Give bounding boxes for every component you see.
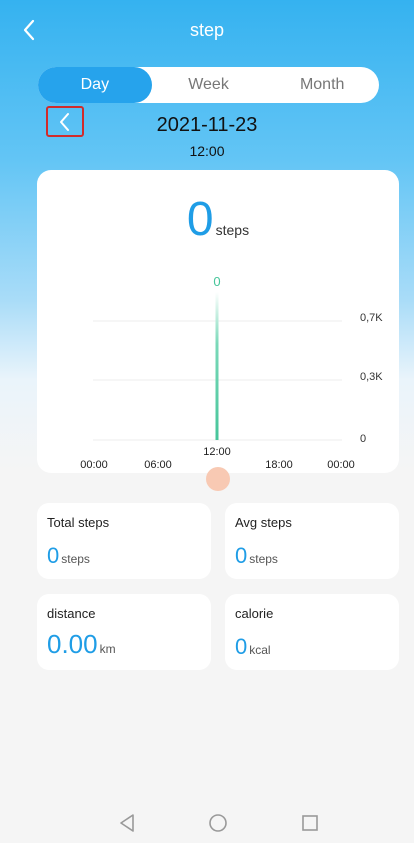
stat-number: 0.00 [47,629,98,659]
stat-number: 0 [235,543,248,568]
period-tabs: Day Week Month [38,67,379,103]
x-tick-label: 00:00 [327,459,355,471]
page-title: step [189,20,225,40]
stat-value: 0 kcal [235,634,271,660]
stat-label: Total steps [47,515,110,530]
stat-value: 0 steps [47,543,90,569]
time-label: 12:00 [189,143,225,159]
stat-unit: steps [61,552,90,566]
x-tick-label: 06:00 [144,459,172,471]
tab-month[interactable]: Month [265,67,379,103]
system-back-button[interactable] [115,810,141,836]
system-nav-bar [0,800,414,843]
tab-week[interactable]: Week [152,67,266,103]
triangle-back-icon [120,814,134,832]
tab-day[interactable]: Day [38,67,152,103]
y-tick-label: 0,7K [360,312,383,324]
top-bar: step [0,0,414,62]
y-tick-label: 0 [360,433,366,445]
bar-value-label: 0 [213,274,220,289]
system-recents-button[interactable] [297,810,323,836]
distance-card: distance 0.00 km [37,594,211,670]
stat-label: calorie [235,606,274,621]
stat-unit: kcal [249,643,271,657]
chart-card: 0 steps 0,7K 0,3K 0 00:00 06:00 18:00 00:00 12:0… [37,170,399,473]
stat-value: 0 steps [235,543,278,569]
x-tick-label: 18:00 [265,459,293,471]
stat-number: 0 [47,543,60,568]
stat-label: Avg steps [235,515,292,530]
stat-unit: km [99,642,116,656]
date-label: 2021-11-23 [156,114,258,136]
system-home-button[interactable] [205,810,231,836]
circle-home-icon [209,814,227,832]
steps-chart: 0,7K 0,3K 0 00:00 06:00 18:00 00:00 12:00 0 [80,274,383,471]
total-steps-card: Total steps 0 steps [37,503,211,579]
avg-steps-card: Avg steps 0 steps [225,503,399,579]
stat-number: 0 [235,634,248,659]
calorie-card: calorie 0 kcal [225,594,399,670]
time-slider-handle[interactable] [206,467,230,491]
stat-unit: steps [249,552,278,566]
y-tick-label: 0,3K [360,371,383,383]
square-recents-icon [302,815,318,831]
selection-indicator-bar [215,292,219,440]
selected-time-label: 12:00 [203,446,231,458]
x-tick-label: 00:00 [80,459,108,471]
stat-label: distance [47,606,96,621]
stat-value: 0.00 km [47,629,116,660]
